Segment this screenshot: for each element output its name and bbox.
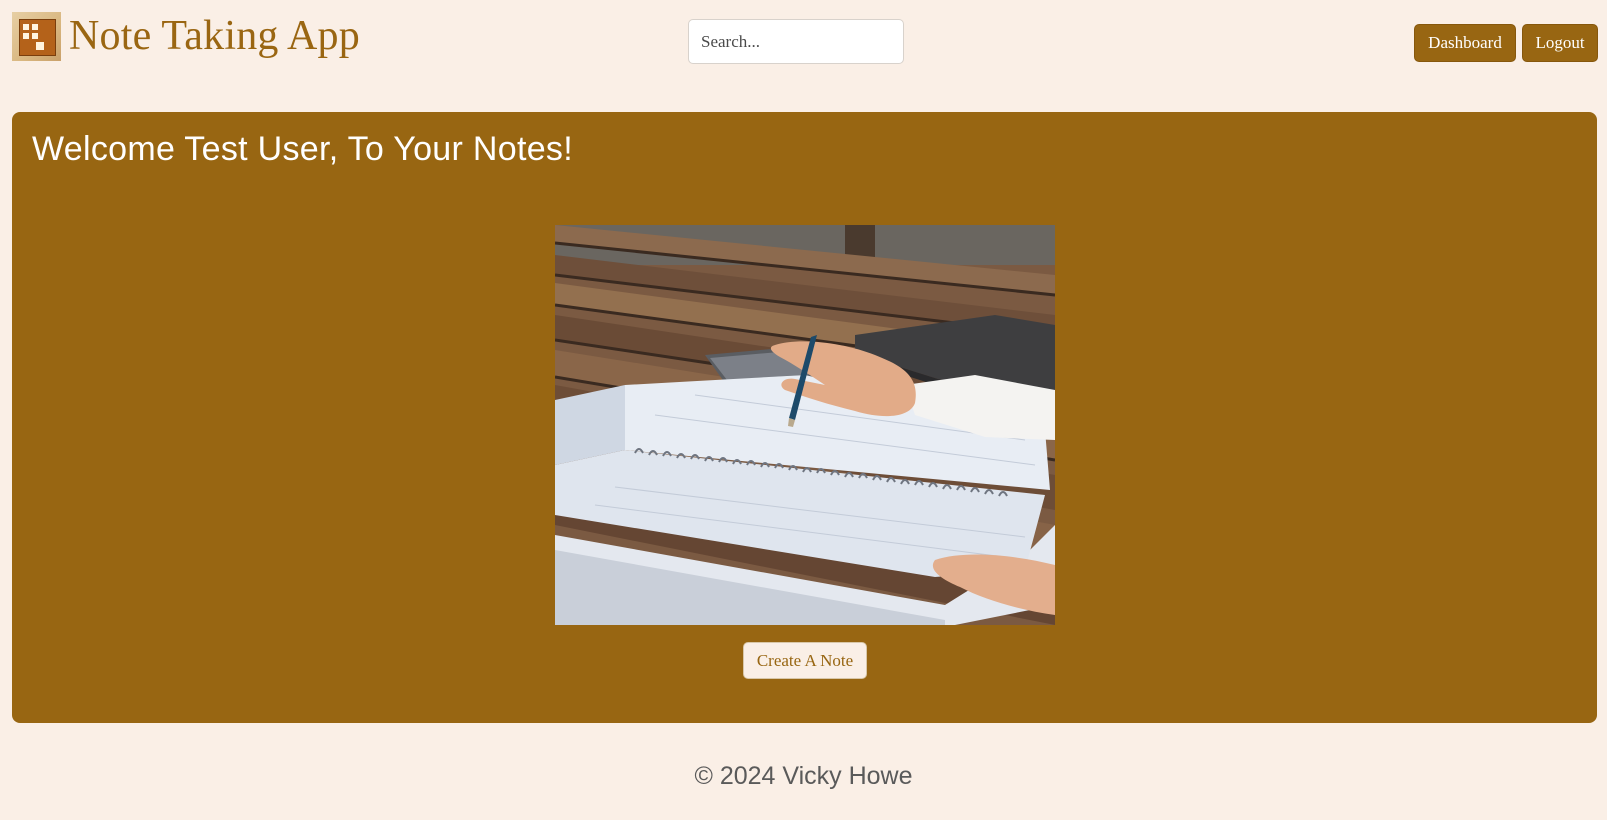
brand-title: Note Taking App xyxy=(69,13,360,59)
logout-button[interactable]: Logout xyxy=(1522,24,1598,62)
dashboard-button[interactable]: Dashboard xyxy=(1414,24,1516,62)
copyright-text: © 2024 Vicky Howe xyxy=(694,762,913,790)
footer: © 2024 Vicky Howe xyxy=(0,762,1607,791)
search-input[interactable] xyxy=(688,19,904,64)
hero-image xyxy=(555,225,1055,625)
app-header: Note Taking App Dashboard Logout xyxy=(0,0,1607,90)
create-note-button[interactable]: Create A Note xyxy=(743,642,867,679)
welcome-card: Welcome Test User, To Your Notes! Create… xyxy=(12,112,1597,723)
notes-board-icon xyxy=(12,11,61,61)
welcome-heading: Welcome Test User, To Your Notes! xyxy=(32,130,573,168)
brand-link[interactable]: Note Taking App xyxy=(12,11,360,61)
